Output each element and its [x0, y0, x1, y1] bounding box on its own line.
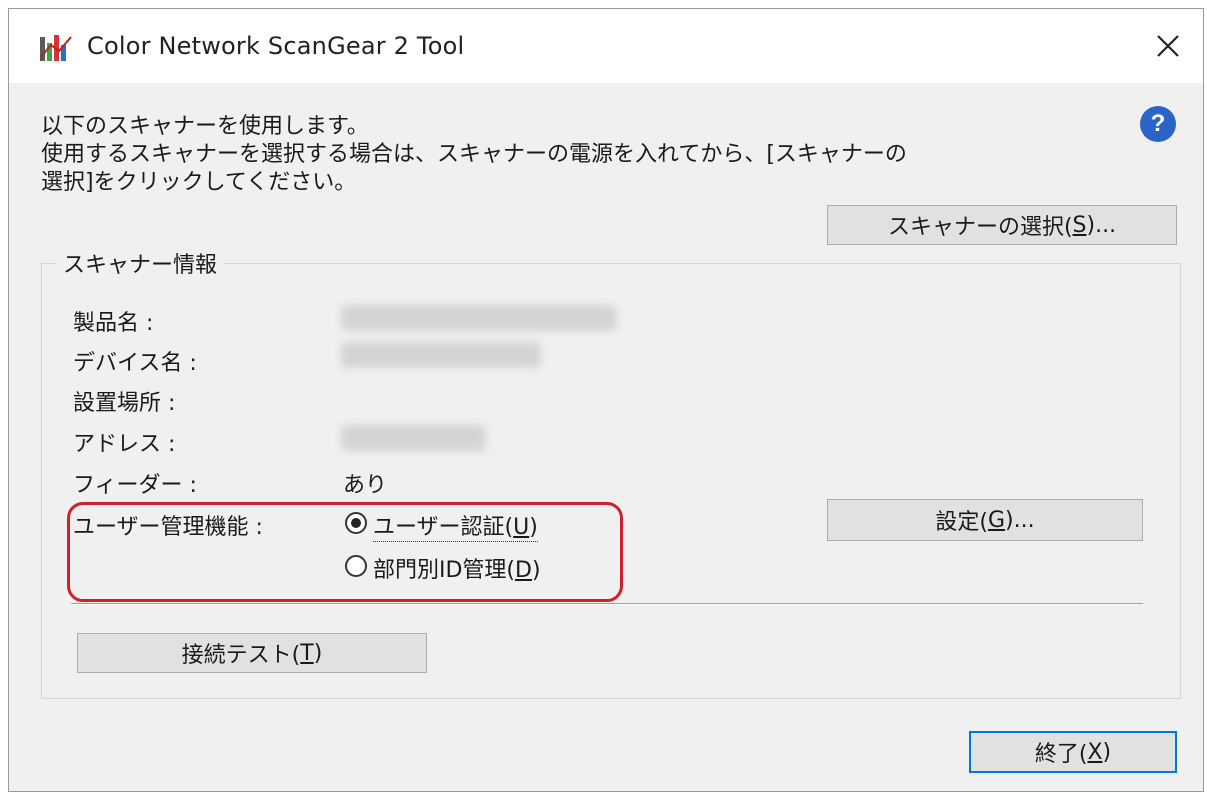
title-bar: Color Network ScanGear 2 Tool	[9, 9, 1203, 83]
help-icon[interactable]: ?	[1140, 106, 1176, 142]
window-title: Color Network ScanGear 2 Tool	[87, 32, 465, 60]
highlight-annotation	[67, 502, 623, 602]
scangear-window: Color Network ScanGear 2 Tool 以下のスキャナーを使…	[8, 8, 1204, 792]
feeder-label: フィーダー :	[73, 473, 197, 498]
settings-mnemonic: G	[987, 507, 1006, 533]
close-button[interactable]	[1133, 9, 1203, 83]
settings-label-suffix: )...	[1005, 507, 1035, 533]
instruction-line-1: 以下のスキャナーを使用します。	[41, 114, 369, 139]
address-label: アドレス :	[73, 432, 176, 457]
exit-suffix: )	[1102, 739, 1112, 765]
select-scanner-label-suffix: )...	[1086, 212, 1117, 238]
exit-prefix: 終了(	[1034, 742, 1088, 767]
close-icon	[1157, 35, 1179, 57]
feeder-value: あり	[343, 473, 388, 498]
device-name-label: デバイス名 :	[73, 351, 197, 376]
connection-test-prefix: 接続テスト(	[181, 643, 301, 668]
select-scanner-mnemonic: S	[1072, 212, 1087, 238]
select-scanner-button[interactable]: スキャナーの選択(S)...	[827, 205, 1177, 245]
connection-test-mnemonic: T	[300, 640, 314, 666]
settings-button[interactable]: 設定(G)...	[827, 499, 1143, 541]
instruction-line-2: 使用するスキャナーを選択する場合は、スキャナーの電源を入れてから、[スキャナーの	[41, 142, 907, 167]
device-name-value-redacted	[341, 342, 541, 368]
exit-mnemonic: X	[1087, 739, 1103, 765]
scangear-app-icon	[40, 35, 72, 61]
select-scanner-label-prefix: スキャナーの選択(	[887, 215, 1073, 240]
connection-test-button[interactable]: 接続テスト(T)	[77, 633, 427, 673]
product-name-label: 製品名 :	[73, 311, 154, 336]
instruction-line-3: 選択]をクリックしてください。	[41, 170, 357, 195]
separator-line	[71, 603, 1143, 605]
address-value-redacted	[341, 425, 486, 451]
connection-test-suffix: )	[313, 640, 323, 666]
location-label: 設置場所 :	[73, 391, 176, 416]
exit-button[interactable]: 終了(X)	[969, 731, 1177, 773]
scanner-info-title: スキャナー情報	[57, 247, 224, 279]
product-name-value-redacted	[341, 305, 617, 331]
instruction-text: 以下のスキャナーを使用します。 使用するスキャナーを選択する場合は、スキャナーの…	[41, 113, 907, 197]
settings-label-prefix: 設定(	[935, 510, 988, 535]
